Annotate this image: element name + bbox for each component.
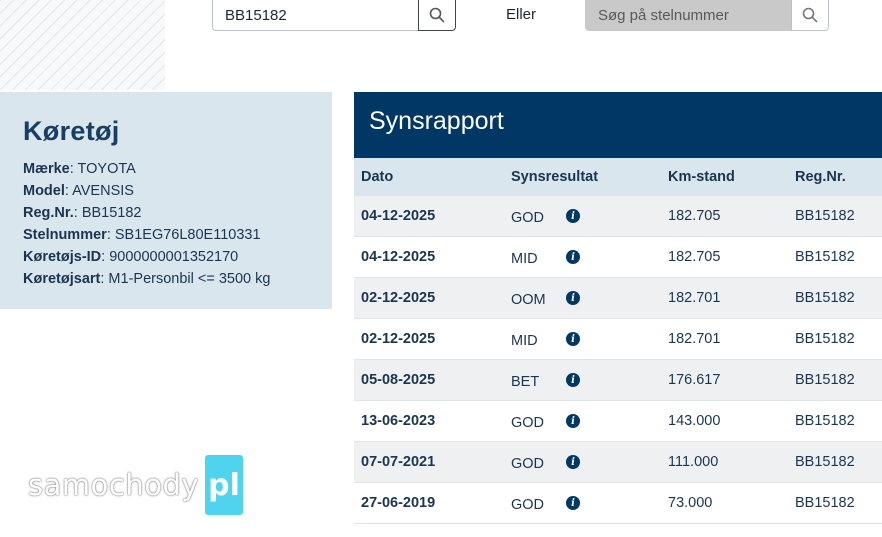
vehicle-field-key: Køretøjsart (23, 271, 101, 287)
vehicle-field-value: TOYOTA (77, 161, 136, 177)
column-reg: Reg.Nr. (795, 158, 882, 196)
row-km: 182.701 (668, 277, 795, 319)
info-icon[interactable]: i (566, 455, 580, 469)
or-label: Eller (506, 6, 537, 23)
vehicle-title: Køretøj (23, 116, 120, 146)
vehicle-field: Stelnummer: SB1EG76L80E110331 (23, 227, 261, 243)
vehicle-field-key: Reg.Nr. (23, 205, 74, 221)
info-icon[interactable]: i (566, 496, 580, 510)
row-date: 07-07-2021 (354, 441, 511, 483)
vehicle-field-value: AVENSIS (72, 183, 134, 199)
vehicle-field-key: Mærke (23, 161, 70, 177)
row-result-text: GOD (511, 210, 545, 226)
search-icon (802, 7, 818, 23)
row-result: MID i (511, 236, 668, 278)
column-km: Km-stand (668, 158, 795, 196)
table-row[interactable]: 02-12-2025 MID i 182.701 BB15182 (354, 318, 882, 360)
table-row[interactable]: 05-08-2025 BET i 176.617 BB15182 (354, 359, 882, 401)
reg-search-button[interactable] (418, 0, 456, 31)
row-reg: BB15182 (795, 441, 882, 483)
frame-search (585, 0, 829, 31)
row-result-text: BET (511, 374, 540, 390)
row-result: GOD i (511, 400, 668, 442)
row-reg: BB15182 (795, 236, 882, 278)
column-date: Dato (354, 158, 511, 196)
table-row[interactable]: 04-12-2025 GOD i 182.705 BB15182 (354, 196, 882, 237)
row-km: 73.000 (668, 482, 795, 524)
inspection-report: Synsrapport Dato Synsresultat Km-stand R… (354, 92, 882, 524)
report-body: 04-12-2025 GOD i 182.705 BB15182 04-12-2025 MI… (354, 196, 882, 524)
row-km: 176.617 (668, 359, 795, 401)
row-result: GOD i (511, 196, 668, 237)
row-result-text: GOD (511, 497, 545, 513)
row-result-text: MID (511, 251, 538, 267)
table-row[interactable]: 07-07-2021 GOD i 111.000 BB15182 (354, 441, 882, 483)
vehicle-field: Køretøjs-ID: 9000000001352170 (23, 249, 239, 265)
vehicle-field: Model: AVENSIS (23, 183, 134, 199)
watermark-text: samochody (28, 468, 200, 502)
vehicle-field-key: Model (23, 183, 65, 199)
row-result: BET i (511, 359, 668, 401)
info-icon[interactable]: i (566, 209, 580, 223)
search-icon (429, 7, 445, 23)
row-reg: BB15182 (795, 400, 882, 442)
row-reg: BB15182 (795, 318, 882, 360)
info-icon[interactable]: i (566, 291, 580, 305)
row-reg: BB15182 (795, 482, 882, 524)
table-row[interactable]: 04-12-2025 MID i 182.705 BB15182 (354, 236, 882, 278)
row-result: OOM i (511, 277, 668, 319)
row-result-text: MID (511, 333, 538, 349)
row-result: MID i (511, 318, 668, 360)
row-date: 05-08-2025 (354, 359, 511, 401)
vehicle-field-key: Køretøjs-ID (23, 249, 102, 265)
row-km: 182.705 (668, 196, 795, 237)
frame-search-input[interactable] (585, 0, 791, 31)
watermark: samochody pl (28, 455, 244, 515)
row-km: 111.000 (668, 441, 795, 483)
report-table: Dato Synsresultat Km-stand Reg.Nr. 04-12… (354, 158, 882, 524)
row-reg: BB15182 (795, 359, 882, 401)
table-row[interactable]: 02-12-2025 OOM i 182.701 BB15182 (354, 277, 882, 319)
vehicle-field-value: SB1EG76L80E110331 (114, 227, 261, 243)
row-date: 04-12-2025 (354, 236, 511, 278)
row-date: 04-12-2025 (354, 196, 511, 237)
info-icon[interactable]: i (566, 332, 580, 346)
reg-search-input[interactable] (212, 0, 418, 31)
row-reg: BB15182 (795, 196, 882, 237)
row-result: GOD i (511, 441, 668, 483)
row-date: 02-12-2025 (354, 277, 511, 319)
row-result: GOD i (511, 482, 668, 524)
column-result: Synsresultat (511, 158, 668, 196)
row-result-text: OOM (511, 292, 546, 308)
row-result-text: GOD (511, 456, 545, 472)
row-km: 182.701 (668, 318, 795, 360)
vehicle-field-value: M1-Personbil <= 3500 kg (108, 271, 271, 287)
vehicle-field-value: BB15182 (81, 205, 142, 221)
watermark-badge: pl (205, 455, 244, 515)
reg-search (212, 0, 456, 31)
vehicle-card: Køretøj Mærke: TOYOTA Model: AVENSIS Reg.N… (0, 92, 332, 309)
report-title: Synsrapport (354, 92, 882, 158)
row-km: 182.705 (668, 236, 795, 278)
frame-search-button[interactable] (791, 0, 829, 31)
header-pattern (0, 0, 165, 90)
row-reg: BB15182 (795, 277, 882, 319)
row-km: 143.000 (668, 400, 795, 442)
table-row[interactable]: 27-06-2019 GOD i 73.000 BB15182 (354, 482, 882, 524)
vehicle-fields: Mærke: TOYOTA Model: AVENSIS Reg.Nr.: BB15… (23, 158, 332, 290)
row-date: 27-06-2019 (354, 482, 511, 524)
vehicle-field-value: 9000000001352170 (109, 249, 239, 265)
row-date: 13-06-2023 (354, 400, 511, 442)
info-icon[interactable]: i (566, 250, 580, 264)
vehicle-field: Mærke: TOYOTA (23, 161, 136, 177)
vehicle-field: Køretøjsart: M1-Personbil <= 3500 kg (23, 271, 271, 287)
info-icon[interactable]: i (566, 373, 580, 387)
row-date: 02-12-2025 (354, 318, 511, 360)
info-icon[interactable]: i (566, 414, 580, 428)
table-row[interactable]: 13-06-2023 GOD i 143.000 BB15182 (354, 400, 882, 442)
row-result-text: GOD (511, 415, 545, 431)
vehicle-field-key: Stelnummer (23, 227, 107, 243)
table-header-row: Dato Synsresultat Km-stand Reg.Nr. (354, 158, 882, 196)
vehicle-field: Reg.Nr.: BB15182 (23, 205, 142, 221)
